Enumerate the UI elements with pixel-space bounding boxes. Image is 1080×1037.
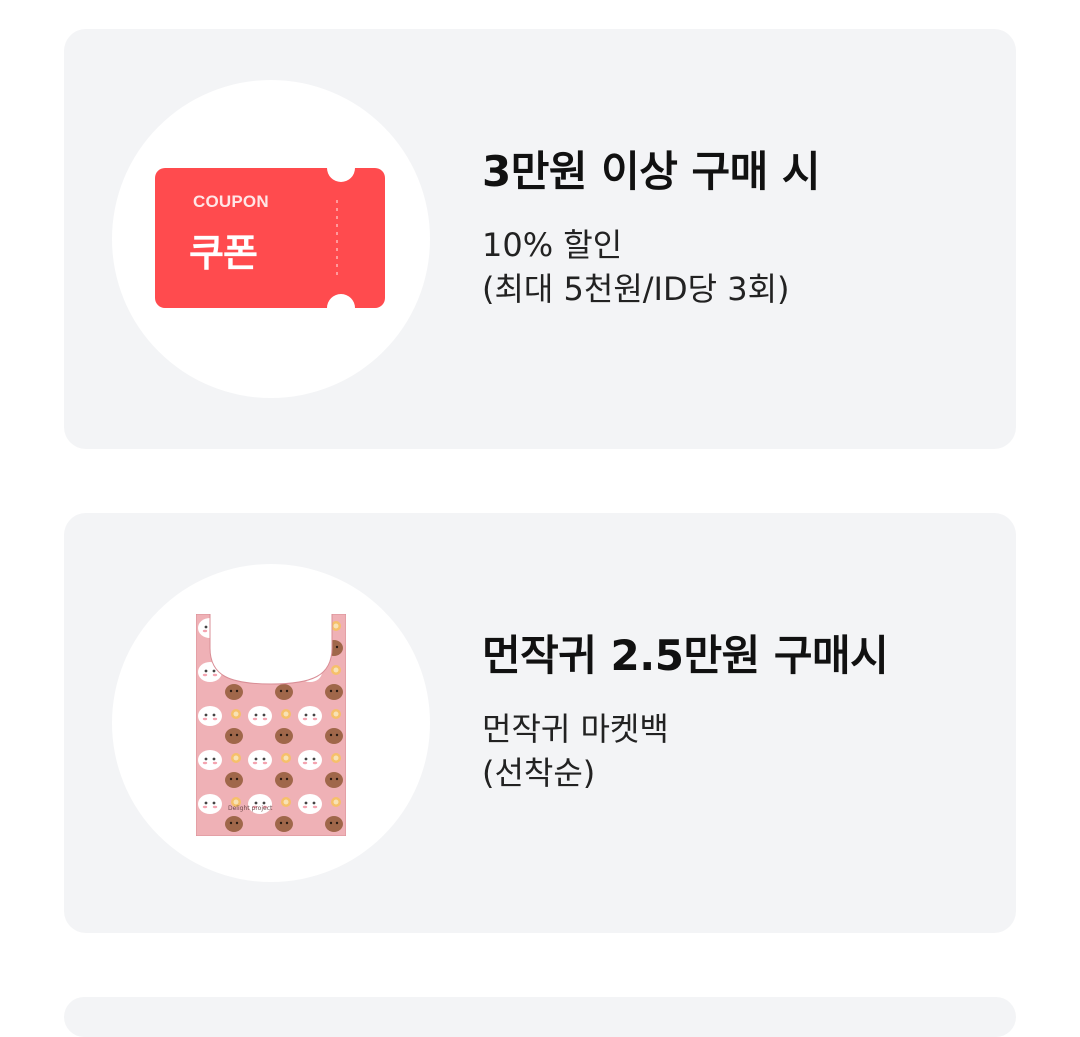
- coupon-big-label: 쿠폰: [189, 231, 258, 275]
- bag-desc-line-1: 먼작귀 마켓백: [482, 710, 669, 749]
- bag-image-circle: Delight project: [112, 564, 430, 882]
- bag-print-text: Delight project: [228, 805, 273, 812]
- bag-benefit-card: Delight project 먼작귀 2.5만원 구매시 먼작귀 마켓백 (선…: [64, 513, 1016, 933]
- market-bag-icon: Delight project: [196, 614, 346, 836]
- bag-desc-line-2: (선착순): [482, 754, 596, 793]
- bag-card-title: 먼작귀 2.5만원 구매시: [482, 631, 889, 680]
- next-benefit-card: [64, 997, 1016, 1037]
- bag-card-desc: 먼작귀 마켓백 (선착순): [482, 707, 1002, 795]
- coupon-card-desc: 10% 할인 (최대 5천원/ID당 3회): [482, 223, 1002, 311]
- coupon-image-circle: COUPON 쿠폰: [112, 80, 430, 398]
- coupon-small-label: COUPON: [193, 192, 269, 211]
- coupon-desc-line-1: 10% 할인: [482, 226, 623, 265]
- coupon-ticket-icon: COUPON 쿠폰: [155, 168, 385, 308]
- coupon-card-title: 3만원 이상 구매 시: [482, 147, 821, 196]
- coupon-desc-line-2: (최대 5천원/ID당 3회): [482, 270, 790, 309]
- coupon-card-text: 3만원 이상 구매 시 10% 할인 (최대 5천원/ID당 3회): [482, 147, 1002, 311]
- coupon-benefit-card: COUPON 쿠폰 3만원 이상 구매 시 10% 할인 (최대 5천원/ID당…: [64, 29, 1016, 449]
- bag-card-text: 먼작귀 2.5만원 구매시 먼작귀 마켓백 (선착순): [482, 631, 1002, 795]
